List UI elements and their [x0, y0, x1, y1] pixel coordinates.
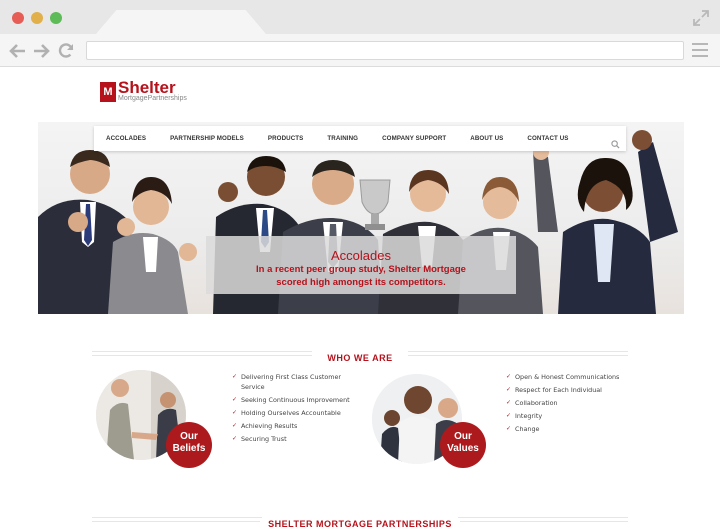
- hero-text-line1: In a recent peer group study, Shelter Mo…: [256, 264, 466, 275]
- hero-caption: Accolades In a recent peer group study, …: [206, 236, 516, 294]
- nav-item-products[interactable]: PRODUCTS: [268, 135, 304, 142]
- who-we-are-heading: WHO WE ARE: [319, 353, 401, 363]
- values-list-item: Change: [506, 424, 636, 434]
- nav-item-partnership-models[interactable]: PARTNERSHIP MODELS: [170, 135, 244, 142]
- logo-subtitle: MortgagePartnerships: [118, 95, 187, 102]
- partnerships-heading-row: SHELTER MORTGAGE PARTNERSHIPS: [92, 512, 628, 531]
- main-nav: ACCOLADES PARTNERSHIP MODELS PRODUCTS TR…: [94, 126, 626, 151]
- values-badge-line2: Values: [447, 443, 479, 454]
- beliefs-list-item: Holding Ourselves Accountable: [232, 408, 352, 418]
- beliefs-badge-line2: Beliefs: [172, 443, 206, 454]
- beliefs-list: Delivering First Class Customer Service …: [232, 372, 352, 447]
- values-badge[interactable]: Our Values: [440, 422, 486, 468]
- address-bar[interactable]: [86, 41, 684, 60]
- expand-icon[interactable]: [692, 9, 710, 27]
- nav-item-about-us[interactable]: ABOUT US: [470, 135, 503, 142]
- search-icon[interactable]: [611, 134, 620, 149]
- logo-mark: M: [100, 82, 116, 102]
- nav-item-company-support[interactable]: COMPANY SUPPORT: [382, 135, 446, 142]
- forward-arrow-icon[interactable]: [32, 42, 50, 60]
- beliefs-list-item: Seeking Continuous Improvement: [232, 395, 352, 405]
- values-list-item: Open & Honest Communications: [506, 372, 636, 382]
- nav-item-training[interactable]: TRAINING: [327, 135, 358, 142]
- values-badge-line1: Our: [454, 431, 472, 442]
- beliefs-list-item: Delivering First Class Customer Service: [232, 372, 352, 392]
- values-list-item: Collaboration: [506, 398, 636, 408]
- reload-icon[interactable]: [57, 42, 75, 60]
- hero-text-line2: scored high amongst its competitors.: [276, 277, 446, 288]
- beliefs-list-item: Achieving Results: [232, 421, 352, 431]
- beliefs-list-item: Securing Trust: [232, 434, 352, 444]
- browser-tab[interactable]: [96, 10, 266, 34]
- nav-item-accolades[interactable]: ACCOLADES: [106, 135, 146, 142]
- who-we-are-heading-row: WHO WE ARE: [92, 346, 628, 365]
- browser-toolbar: [0, 34, 720, 67]
- minimize-window-button[interactable]: [31, 12, 43, 24]
- browser-chrome: [0, 0, 720, 67]
- beliefs-badge[interactable]: Our Beliefs: [166, 422, 212, 468]
- back-arrow-icon[interactable]: [9, 42, 27, 60]
- beliefs-badge-line1: Our: [180, 431, 198, 442]
- nav-item-contact-us[interactable]: CONTACT US: [527, 135, 568, 142]
- values-list-item: Respect for Each Individual: [506, 385, 636, 395]
- hero-title: Accolades: [331, 248, 391, 263]
- values-list: Open & Honest Communications Respect for…: [506, 372, 636, 437]
- maximize-window-button[interactable]: [50, 12, 62, 24]
- hamburger-menu-icon[interactable]: [692, 43, 708, 57]
- close-window-button[interactable]: [12, 12, 24, 24]
- values-list-item: Integrity: [506, 411, 636, 421]
